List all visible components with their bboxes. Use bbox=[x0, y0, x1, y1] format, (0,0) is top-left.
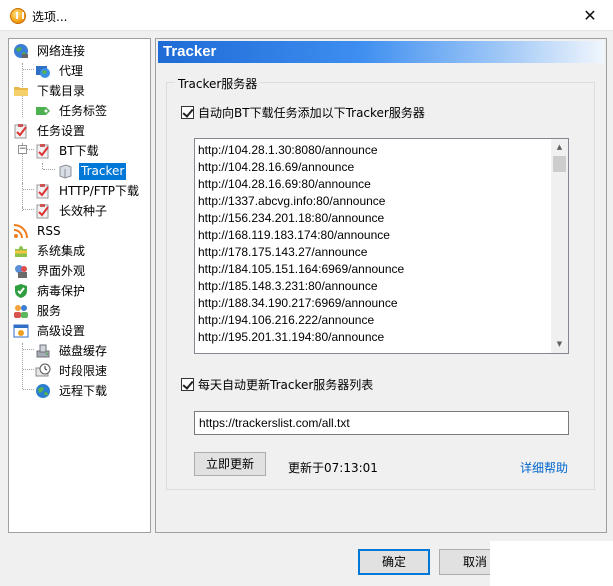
title-bar: 选项... ✕ bbox=[0, 0, 613, 31]
clipboard-check-icon bbox=[35, 143, 51, 159]
auto-add-trackers-label: 自动向BT下载任务添加以下Tracker服务器 bbox=[198, 106, 425, 120]
app-logo-icon bbox=[10, 8, 26, 24]
tree-item-label: 长效种子 bbox=[59, 203, 108, 218]
auto-add-trackers-checkbox[interactable]: 自动向BT下载任务添加以下Tracker服务器 bbox=[181, 104, 425, 121]
tracker-list-item[interactable]: http://104.28.16.69/announce bbox=[198, 159, 354, 176]
tree-item-rss[interactable]: RSS bbox=[13, 222, 63, 240]
window-title: 选项... bbox=[32, 10, 68, 24]
tree-item-label: 远程下载 bbox=[59, 383, 108, 398]
remote-globe-icon bbox=[35, 383, 51, 399]
disk-cache-icon bbox=[35, 343, 51, 359]
scroll-down-arrow-icon[interactable]: ▼ bbox=[551, 336, 568, 353]
server-icon bbox=[57, 163, 73, 179]
folder-icon bbox=[13, 83, 29, 99]
tree-item-label: 任务设置 bbox=[37, 123, 86, 138]
tracker-settings-panel: Tracker Tracker服务器 自动向BT下载任务添加以下Tracker服… bbox=[155, 38, 607, 533]
tree-item-label: 病毒保护 bbox=[37, 283, 86, 298]
tree-item-label: Tracker bbox=[79, 162, 127, 180]
tracker-server-group: Tracker服务器 自动向BT下载任务添加以下Tracker服务器 http:… bbox=[166, 75, 595, 490]
panel-title: Tracker bbox=[163, 43, 217, 60]
tracker-list-item[interactable]: http://188.34.190.217:6969/announce bbox=[198, 295, 398, 312]
tree-item-disk-cache[interactable]: 磁盘缓存 bbox=[35, 342, 109, 360]
last-updated-text: 更新于07:13:01 bbox=[288, 461, 378, 475]
tree-item-task-settings[interactable]: 任务设置 bbox=[13, 122, 87, 140]
group-label: Tracker服务器 bbox=[175, 75, 261, 92]
tracker-list-item[interactable]: http://104.28.16.69:80/announce bbox=[198, 176, 371, 193]
auto-update-checkbox[interactable]: 每天自动更新Tracker服务器列表 bbox=[181, 376, 373, 393]
tracker-list-item[interactable]: http://156.234.201.18:80/announce bbox=[198, 210, 384, 227]
tracker-list-scrollbar[interactable]: ▲ ▼ bbox=[551, 139, 568, 353]
proxy-globe-icon bbox=[35, 63, 51, 79]
tree-item-label: RSS bbox=[37, 223, 61, 238]
tree-item-label: 界面外观 bbox=[37, 263, 86, 278]
tree-item-network[interactable]: 网络连接 bbox=[13, 42, 87, 60]
globe-network-icon bbox=[13, 43, 29, 59]
auto-update-label: 每天自动更新Tracker服务器列表 bbox=[198, 378, 374, 392]
tree-item-label: 任务标签 bbox=[59, 103, 108, 118]
tree-item-label: BT下载 bbox=[59, 143, 99, 158]
clipboard-check-icon bbox=[35, 183, 51, 199]
tree-item-label: 系统集成 bbox=[37, 243, 86, 258]
tree-item-advanced[interactable]: 高级设置 bbox=[13, 322, 87, 340]
tree-item-system-integration[interactable]: 系统集成 bbox=[13, 242, 87, 260]
tracker-list-item[interactable]: http://194.106.216.222/announce bbox=[198, 312, 374, 329]
shield-icon bbox=[13, 283, 29, 299]
checkbox-checked-icon[interactable] bbox=[181, 378, 194, 391]
tree-item-services[interactable]: 服务 bbox=[13, 302, 63, 320]
tag-icon bbox=[35, 103, 51, 119]
tracker-list-item[interactable]: http://168.119.183.174:80/announce bbox=[198, 227, 390, 244]
users-icon bbox=[13, 303, 29, 319]
close-button[interactable]: ✕ bbox=[567, 0, 613, 31]
collapse-toggle[interactable]: − bbox=[18, 145, 27, 154]
tracker-list-item[interactable]: http://104.28.1.30:8080/announce bbox=[198, 142, 378, 159]
corner-overlay bbox=[490, 541, 613, 586]
tracker-list-item[interactable]: http://1337.abcvg.info:80/announce bbox=[198, 193, 385, 210]
tree-item-label: 磁盘缓存 bbox=[59, 343, 108, 358]
tree-item-label: 高级设置 bbox=[37, 323, 86, 338]
tree-item-appearance[interactable]: 界面外观 bbox=[13, 262, 87, 280]
appearance-icon bbox=[13, 263, 29, 279]
update-now-button[interactable]: 立即更新 bbox=[194, 452, 266, 476]
settings-tree: − 网络连接 代理 下载目录 任务标签 任务设置 BT下载 Tracker HT… bbox=[8, 38, 151, 533]
tracker-list-item[interactable]: http://185.148.3.231:80/announce bbox=[198, 278, 378, 295]
tree-item-virus-protection[interactable]: 病毒保护 bbox=[13, 282, 87, 300]
rss-icon bbox=[13, 223, 29, 239]
tree-item-label: 代理 bbox=[59, 63, 84, 78]
panel-header: Tracker bbox=[158, 41, 604, 63]
tree-item-proxy[interactable]: 代理 bbox=[35, 62, 85, 80]
scroll-up-arrow-icon[interactable]: ▲ bbox=[551, 139, 568, 156]
tracker-list-url-input[interactable]: https://trackerslist.com/all.txt bbox=[194, 411, 569, 435]
tree-item-bt-download[interactable]: BT下载 bbox=[35, 142, 101, 160]
tree-item-label: 网络连接 bbox=[37, 43, 86, 58]
clipboard-check-icon bbox=[13, 123, 29, 139]
tree-item-label: 时段限速 bbox=[59, 363, 108, 378]
tree-item-remote-download[interactable]: 远程下载 bbox=[35, 382, 109, 400]
tree-item-speed-limit[interactable]: 时段限速 bbox=[35, 362, 109, 380]
tree-item-task-tags[interactable]: 任务标签 bbox=[35, 102, 109, 120]
tracker-list-item[interactable]: http://184.105.151.164:6969/announce bbox=[198, 261, 404, 278]
tree-item-http-ftp[interactable]: HTTP/FTP下载 bbox=[35, 182, 141, 200]
ok-button[interactable]: 确定 bbox=[358, 549, 430, 575]
clipboard-check-icon bbox=[35, 203, 51, 219]
tracker-list-item[interactable]: http://195.201.31.194:80/announce bbox=[198, 329, 384, 346]
checkbox-checked-icon[interactable] bbox=[181, 106, 194, 119]
tree-item-label: 下载目录 bbox=[37, 83, 86, 98]
scrollbar-thumb[interactable] bbox=[553, 156, 566, 172]
tree-item-long-seed[interactable]: 长效种子 bbox=[35, 202, 109, 220]
tree-item-label: 服务 bbox=[37, 303, 62, 318]
puzzle-icon bbox=[13, 243, 29, 259]
tracker-list[interactable]: http://104.28.1.30:8080/announce http://… bbox=[194, 138, 569, 354]
tracker-list-item[interactable]: http://178.175.143.27/announce bbox=[198, 244, 367, 261]
tree-item-tracker[interactable]: Tracker bbox=[57, 162, 127, 180]
speed-limit-icon bbox=[35, 363, 51, 379]
tree-item-download-dir[interactable]: 下载目录 bbox=[13, 82, 87, 100]
advanced-settings-icon bbox=[13, 323, 29, 339]
tree-item-label: HTTP/FTP下载 bbox=[59, 183, 140, 198]
help-link[interactable]: 详细帮助 bbox=[520, 459, 568, 476]
